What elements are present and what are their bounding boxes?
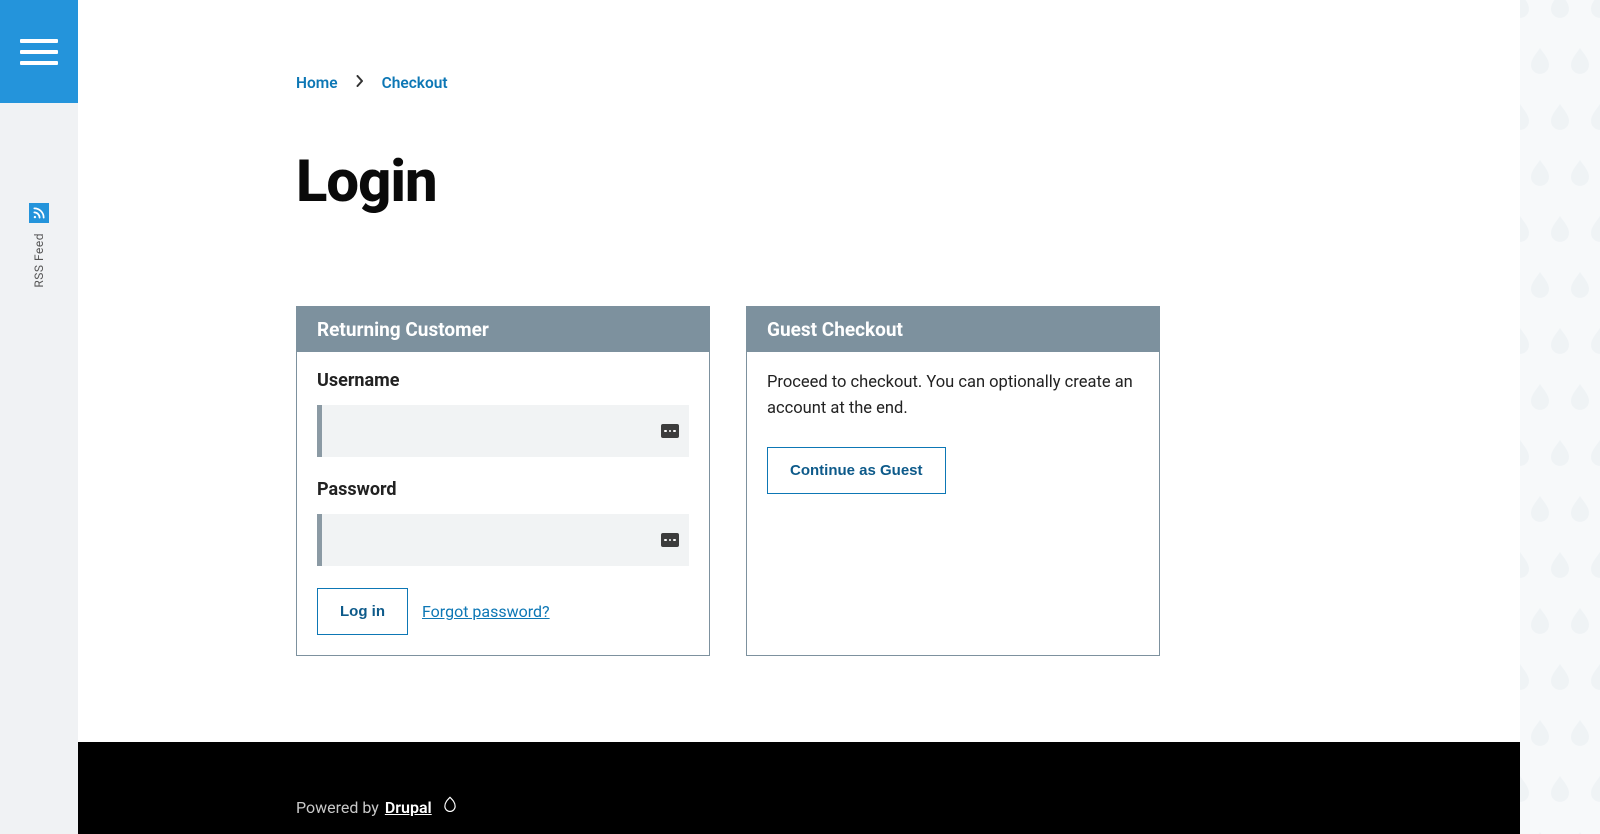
rss-label: RSS Feed	[32, 233, 46, 288]
breadcrumb-home-link[interactable]: Home	[296, 74, 338, 92]
left-sidebar: RSS Feed	[0, 0, 78, 834]
input-autofill-icon[interactable]	[661, 424, 679, 438]
password-input[interactable]	[317, 514, 689, 566]
footer: Powered by Drupal	[78, 742, 1520, 834]
password-label: Password	[317, 479, 689, 500]
chevron-right-icon	[356, 75, 364, 91]
returning-customer-header: Returning Customer	[297, 307, 709, 352]
right-decorative-strip	[1520, 0, 1600, 834]
returning-customer-card: Returning Customer Username Password	[296, 306, 710, 656]
guest-checkout-description: Proceed to checkout. You can optionally …	[767, 370, 1139, 423]
guest-checkout-card: Guest Checkout Proceed to checkout. You …	[746, 306, 1160, 656]
continue-as-guest-button[interactable]: Continue as Guest	[767, 447, 946, 494]
page-title: Login	[296, 148, 1178, 216]
drupal-icon	[442, 796, 458, 818]
hamburger-icon	[20, 39, 58, 65]
guest-checkout-header: Guest Checkout	[747, 307, 1159, 352]
main-content: Home Checkout Login Returning Customer U…	[78, 0, 1520, 834]
username-label: Username	[317, 370, 689, 391]
forgot-password-link[interactable]: Forgot password?	[422, 602, 550, 621]
footer-powered-by: Powered by	[296, 798, 379, 817]
username-input[interactable]	[317, 405, 689, 457]
breadcrumb-current-link[interactable]: Checkout	[382, 74, 448, 92]
rss-icon	[29, 203, 49, 223]
hamburger-menu-button[interactable]	[0, 0, 78, 103]
breadcrumb: Home Checkout	[296, 74, 1178, 92]
rss-widget[interactable]: RSS Feed	[0, 203, 78, 288]
login-button[interactable]: Log in	[317, 588, 408, 635]
input-autofill-icon[interactable]	[661, 533, 679, 547]
footer-drupal-link[interactable]: Drupal	[385, 798, 432, 817]
